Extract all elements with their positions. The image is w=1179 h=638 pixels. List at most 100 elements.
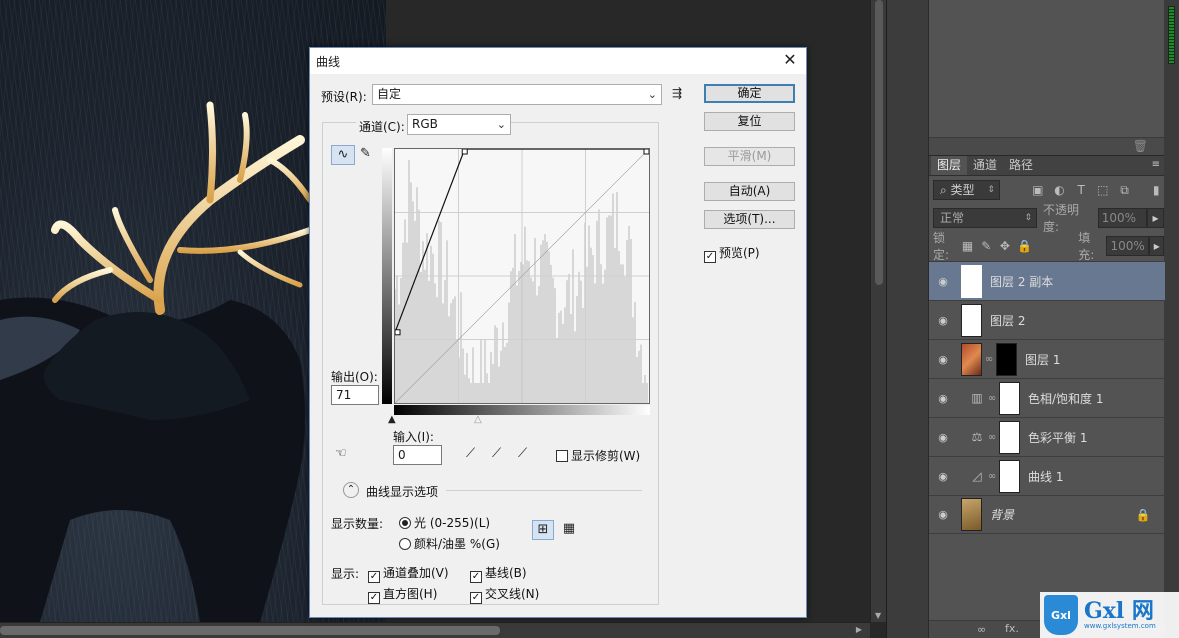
tab-layers[interactable]: 图层 bbox=[931, 156, 968, 175]
targeted-adjustment-hand-icon[interactable]: ☜ bbox=[335, 446, 347, 461]
image-filter-icon[interactable]: ▣ bbox=[1030, 183, 1046, 197]
checkbox-empty-icon bbox=[556, 450, 568, 462]
midpoint-slider-icon[interactable]: △ bbox=[474, 414, 482, 425]
scroll-right-arrow-icon[interactable]: ▶ bbox=[856, 625, 862, 634]
pigment-radio[interactable]: 颜料/油墨 %(G) bbox=[399, 535, 500, 552]
curve-point[interactable] bbox=[394, 329, 401, 336]
canvas-horizontal-scrollbar[interactable]: ▶ bbox=[0, 622, 870, 638]
smart-object-filter-icon[interactable]: ⧉ bbox=[1117, 183, 1133, 198]
layer-row[interactable]: ◉ ▥ ∞ 色相/饱和度 1 bbox=[929, 378, 1165, 417]
tab-channels[interactable]: 通道 bbox=[967, 156, 1003, 175]
trash-icon[interactable]: 🗑 bbox=[1133, 139, 1148, 153]
layer-name: 图层 2 bbox=[990, 313, 1026, 328]
intersection-checkbox[interactable]: ✓ 交叉线(N) bbox=[470, 585, 539, 604]
filter-toggle-icon[interactable]: ▮ bbox=[1148, 183, 1164, 197]
filter-kind-dropdown[interactable]: ⌕ 类型 ⇕ bbox=[933, 180, 1000, 200]
channel-overlay-checkbox[interactable]: ✓ 通道叠加(V) bbox=[368, 564, 449, 583]
pencil-tool-icon[interactable]: ✎ bbox=[360, 146, 371, 161]
adjustment-filter-icon[interactable]: ◐ bbox=[1052, 183, 1068, 197]
close-icon[interactable]: ✕ bbox=[780, 51, 800, 71]
output-input[interactable]: 71 bbox=[331, 385, 379, 405]
light-radio[interactable]: 光 (0-255)(L) bbox=[399, 514, 490, 531]
chain-link-icon[interactable]: ∞ bbox=[985, 432, 999, 443]
display-options-title: 曲线显示选项 bbox=[366, 485, 439, 499]
fx-button[interactable]: fx. bbox=[1005, 622, 1019, 635]
eye-icon[interactable]: ◉ bbox=[929, 392, 957, 405]
channel-dropdown[interactable]: RGB ⌄ bbox=[407, 114, 511, 135]
preset-dropdown[interactable]: 自定 ⌄ bbox=[372, 84, 662, 105]
baseline-checkbox[interactable]: ✓ 基线(B) bbox=[470, 564, 527, 583]
white-eyedropper-icon[interactable]: ⟋ bbox=[518, 446, 527, 461]
input-input[interactable]: 0 bbox=[393, 445, 442, 465]
eye-icon[interactable]: ◉ bbox=[929, 431, 957, 444]
divider bbox=[446, 490, 642, 491]
preset-label: 预设(R): bbox=[321, 90, 367, 104]
curve-point[interactable] bbox=[643, 148, 650, 155]
gray-eyedropper-icon[interactable]: ⟋ bbox=[492, 446, 501, 461]
output-gradient-bar bbox=[382, 148, 392, 404]
preset-options-icon[interactable]: ⇶ bbox=[672, 86, 682, 100]
smooth-button[interactable]: 平滑(M) bbox=[704, 147, 795, 166]
histogram-checkbox[interactable]: ✓ 直方图(H) bbox=[368, 585, 437, 604]
curve-graph[interactable] bbox=[394, 148, 650, 404]
eye-icon[interactable]: ◉ bbox=[929, 508, 957, 521]
layer-row[interactable]: ◉ 图层 2 副本 bbox=[929, 261, 1165, 300]
layer-row[interactable]: ◉ 图层 2 bbox=[929, 300, 1165, 339]
link-layers-icon[interactable]: ∞ bbox=[977, 623, 986, 636]
chevron-down-icon: ⌄ bbox=[647, 88, 657, 101]
options-button[interactable]: 选项(T)... bbox=[704, 210, 795, 229]
fill-slider-button[interactable]: ▸ bbox=[1149, 236, 1165, 256]
black-point-slider-icon[interactable]: ▲ bbox=[388, 414, 396, 425]
chain-link-icon[interactable]: ∞ bbox=[985, 471, 999, 482]
chain-link-icon[interactable]: ∞ bbox=[985, 393, 999, 404]
lock-all-icon[interactable]: 🔒 bbox=[1017, 239, 1032, 253]
eye-icon[interactable]: ◉ bbox=[929, 353, 957, 366]
layer-mask-thumbnail bbox=[999, 420, 1020, 454]
blend-mode-dropdown[interactable]: 正常 ⇕ bbox=[933, 208, 1037, 228]
detailed-grid-icon[interactable]: ▦ bbox=[558, 520, 580, 540]
curve-point-tool-icon[interactable]: ∿ bbox=[331, 145, 355, 165]
type-filter-icon[interactable]: T bbox=[1073, 183, 1089, 197]
panel-footer bbox=[929, 137, 1164, 155]
curve-svg[interactable] bbox=[394, 148, 650, 404]
watermark-logo: Gxl bbox=[1044, 595, 1078, 635]
reset-button[interactable]: 复位 bbox=[704, 112, 795, 131]
scroll-thumb[interactable] bbox=[0, 626, 500, 635]
show-clipping-checkbox[interactable]: 显示修剪(W) bbox=[556, 447, 640, 464]
eye-icon[interactable]: ◉ bbox=[929, 470, 957, 483]
scroll-down-arrow-icon[interactable]: ▼ bbox=[875, 611, 881, 620]
layer-row[interactable]: ◉ ⚖ ∞ 色彩平衡 1 bbox=[929, 417, 1165, 456]
layer-row[interactable]: ◉ 背景 🔒 bbox=[929, 495, 1165, 534]
eye-icon[interactable]: ◉ bbox=[929, 314, 957, 327]
ok-button[interactable]: 确定 bbox=[704, 84, 795, 103]
layer-row[interactable]: ◉ ◿ ∞ 曲线 1 bbox=[929, 456, 1165, 495]
layer-name: 背景 bbox=[990, 508, 1015, 522]
radio-empty-icon bbox=[399, 538, 411, 550]
eye-icon[interactable]: ◉ bbox=[929, 275, 957, 288]
tab-paths[interactable]: 路径 bbox=[1003, 156, 1039, 175]
chain-link-icon[interactable]: ∞ bbox=[982, 354, 996, 365]
opacity-slider-button[interactable]: ▸ bbox=[1147, 208, 1164, 228]
input-gradient-bar bbox=[394, 405, 650, 415]
panel-menu-icon[interactable]: ≡ bbox=[1152, 159, 1160, 170]
fill-input[interactable]: 100% bbox=[1106, 236, 1150, 256]
layer-thumbnail bbox=[961, 342, 982, 376]
canvas-vertical-scrollbar[interactable]: ▼ bbox=[870, 0, 886, 622]
panel-scrollbar[interactable] bbox=[1164, 0, 1179, 638]
simple-grid-icon[interactable]: ⊞ bbox=[532, 520, 554, 540]
preview-checkbox[interactable]: ✓ 预览(P) bbox=[704, 244, 760, 263]
lock-position-icon[interactable]: ✥ bbox=[999, 239, 1012, 253]
lock-transparent-icon[interactable]: ▦ bbox=[961, 239, 974, 253]
shape-filter-icon[interactable]: ⬚ bbox=[1095, 183, 1111, 197]
layer-row[interactable]: ◉ ∞ 图层 1 bbox=[929, 339, 1165, 378]
curve-point[interactable] bbox=[461, 148, 468, 155]
opacity-input[interactable]: 100% bbox=[1097, 208, 1147, 228]
black-eyedropper-icon[interactable]: ⟋ bbox=[466, 446, 475, 461]
auto-button[interactable]: 自动(A) bbox=[704, 182, 795, 201]
upper-panel: 🗑 bbox=[928, 0, 1164, 155]
channel-label: 通道(C): bbox=[356, 118, 408, 135]
scroll-thumb[interactable] bbox=[875, 0, 883, 285]
chevron-up-icon[interactable]: ⌃ bbox=[343, 482, 359, 498]
lock-pixels-icon[interactable]: ✎ bbox=[980, 239, 993, 253]
layer-mask-thumbnail bbox=[999, 459, 1020, 493]
